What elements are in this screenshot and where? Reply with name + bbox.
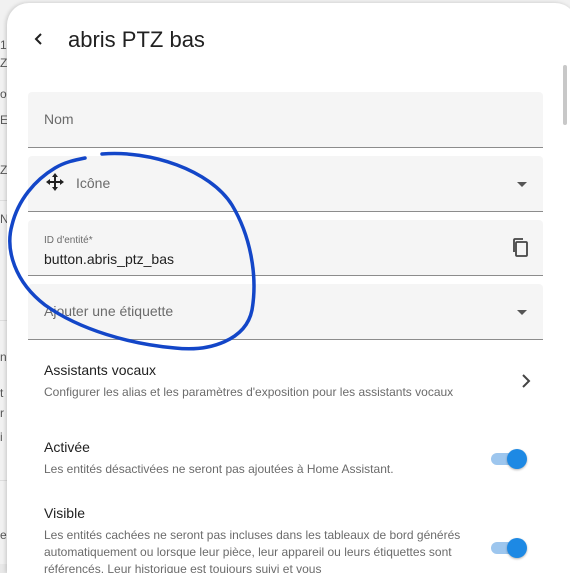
entity-settings-dialog: abris PTZ bas Nom Icône ID d'entité* but… [7,3,570,573]
voice-assistants-title: Assistants vocaux [44,362,157,378]
dialog-header: abris PTZ bas [7,3,570,77]
tag-picker[interactable]: Ajouter une étiquette [28,284,543,340]
icon-picker[interactable]: Icône [28,156,543,212]
enabled-row: Activée Les entités désactivées ne seron… [44,439,474,478]
toggle-knob [507,449,527,469]
background-text-fragment: i [0,430,3,444]
name-field-label: Nom [44,111,74,127]
visible-toggle[interactable] [491,536,527,558]
enabled-toggle[interactable] [491,447,527,469]
enabled-description: Les entités désactivées ne seront pas aj… [44,462,394,476]
move-arrows-icon [46,173,64,191]
entity-id-field[interactable]: ID d'entité* button.abris_ptz_bas [28,220,543,276]
background-text-fragment: n [0,350,7,364]
chevron-right-icon[interactable] [519,373,533,389]
dialog-title: abris PTZ bas [68,27,205,52]
toggle-knob [507,538,527,558]
background-text-fragment: t [0,386,4,400]
visible-description: Les entités cachées ne seront pas inclus… [44,528,461,573]
entity-id-label: ID d'entité* [44,235,93,246]
background-text-fragment: o [0,87,7,101]
back-button[interactable] [27,25,51,53]
visible-title: Visible [44,505,85,521]
entity-id-value: button.abris_ptz_bas [44,251,174,267]
enabled-title: Activée [44,439,90,455]
background-text-fragment: r [0,406,4,420]
visible-row: Visible Les entités cachées ne seront pa… [44,505,474,573]
chevron-down-icon [517,310,527,315]
tag-field-label: Ajouter une étiquette [44,303,174,319]
copy-icon[interactable] [511,237,531,259]
background-text-fragment: e [0,528,7,542]
chevron-down-icon [517,182,527,187]
voice-assistants-row[interactable]: Assistants vocaux Configurer les alias e… [44,362,514,401]
background-text-fragment: 1 [0,38,7,52]
chevron-left-icon [34,33,42,45]
name-field[interactable]: Nom [28,92,543,148]
voice-assistants-description: Configurer les alias et les paramètres d… [44,385,454,399]
icon-field-label: Icône [76,175,111,191]
scrollbar[interactable] [563,65,567,125]
